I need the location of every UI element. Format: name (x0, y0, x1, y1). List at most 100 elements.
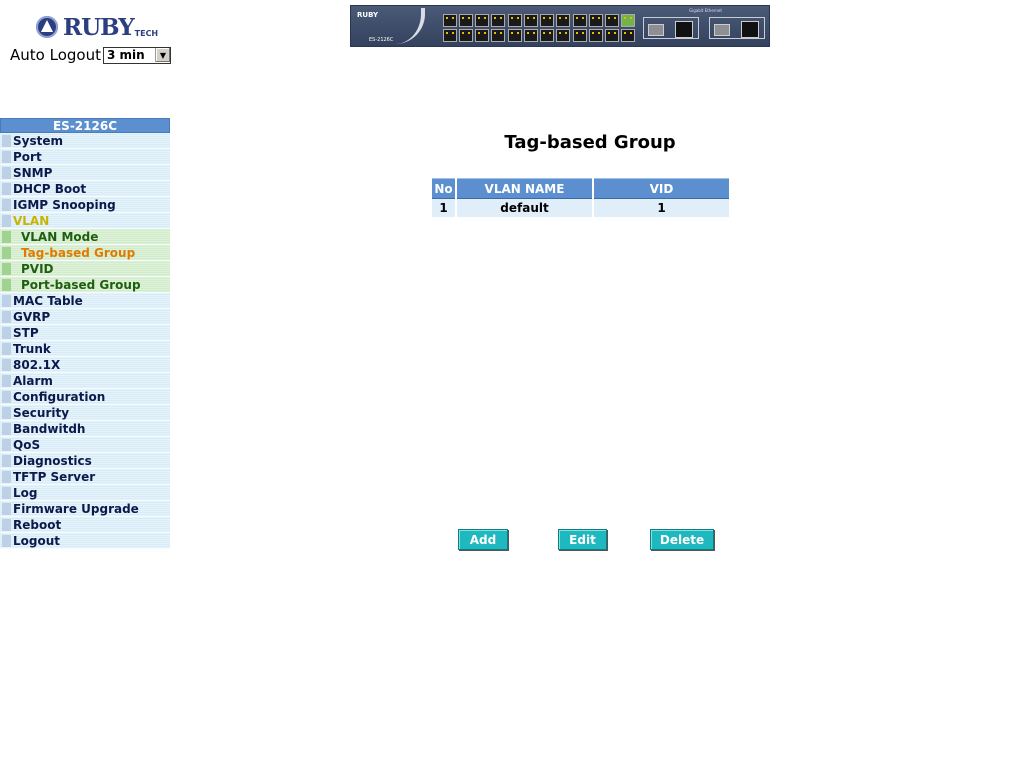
ruby-emblem-icon (36, 16, 58, 38)
sidebar-item-stp[interactable]: STP (0, 325, 170, 341)
menu-bullet-icon (2, 470, 11, 483)
ethernet-port-active-icon (621, 14, 635, 27)
logo-subtext: TECH (134, 29, 159, 38)
sidebar-item-dhcp-boot[interactable]: DHCP Boot (0, 181, 170, 197)
ethernet-port-icon (491, 29, 505, 42)
sidebar-item-label: TFTP Server (13, 469, 96, 484)
sidebar-item-log[interactable]: Log (0, 485, 170, 501)
ethernet-port-icon (605, 29, 619, 42)
sidebar-item-port[interactable]: Port (0, 149, 170, 165)
sidebar-item-diagnostics[interactable]: Diagnostics (0, 453, 170, 469)
sidebar-item-label: VLAN Mode (21, 229, 99, 244)
ethernet-port-icon (443, 29, 457, 42)
table-row[interactable]: 1 default 1 (432, 199, 729, 217)
sidebar-item-label: STP (13, 325, 39, 340)
gigabit-combo-port-icon (709, 17, 765, 39)
add-button[interactable]: Add (458, 529, 508, 550)
port-group-3 (573, 14, 635, 42)
cell-vid: 1 (594, 199, 729, 217)
column-header-vlan-name[interactable]: VLAN NAME (457, 178, 592, 199)
menu-bullet-icon (2, 134, 11, 147)
sidebar-item-label: Firmware Upgrade (13, 501, 139, 516)
switch-front-panel-image: RUBY ES-2126C Gigabit Ethernet (350, 5, 770, 47)
cell-no: 1 (432, 199, 455, 217)
sidebar-item-label: 802.1X (13, 357, 61, 372)
logo-text: RUBY (63, 13, 135, 41)
port-group-1 (443, 14, 505, 42)
sidebar-item-label: Port-based Group (21, 277, 141, 292)
sidebar-item-igmp-snooping[interactable]: IGMP Snooping (0, 197, 170, 213)
sidebar-item-tag-based-group[interactable]: Tag-based Group (0, 245, 170, 261)
sidebar-title: ES-2126C (0, 118, 170, 133)
menu-bullet-icon (2, 518, 11, 531)
sidebar-item-label: Log (13, 485, 38, 500)
sidebar-item-label: Logout (13, 533, 61, 548)
ethernet-port-icon (508, 14, 522, 27)
sidebar-item-gvrp[interactable]: GVRP (0, 309, 170, 325)
sidebar-item-label: Security (13, 405, 70, 420)
sidebar-item-vlan[interactable]: VLAN (0, 213, 170, 229)
ethernet-port-icon (459, 29, 473, 42)
menu-bullet-icon (2, 358, 11, 371)
sidebar-item-snmp[interactable]: SNMP (0, 165, 170, 181)
ethernet-port-icon (589, 14, 603, 27)
column-header-no[interactable]: No (432, 178, 455, 199)
ethernet-port-icon (540, 29, 554, 42)
cell-vlan-name: default (457, 199, 592, 217)
ethernet-port-icon (524, 29, 538, 42)
ethernet-port-icon (573, 14, 587, 27)
ethernet-port-icon (621, 29, 635, 42)
auto-logout: Auto Logout 3 min ▼ (10, 46, 171, 64)
sidebar-item-reboot[interactable]: Reboot (0, 517, 170, 533)
sidebar-item-label: SNMP (13, 165, 53, 180)
menu-bullet-icon (2, 342, 11, 355)
ethernet-port-icon (508, 29, 522, 42)
sidebar-item-pvid[interactable]: PVID (0, 261, 170, 277)
menu-bullet-icon (2, 230, 11, 243)
sidebar-item-firmware-upgrade[interactable]: Firmware Upgrade (0, 501, 170, 517)
ethernet-port-icon (589, 29, 603, 42)
menu-bullet-icon (2, 294, 11, 307)
sidebar-item-802-1x[interactable]: 802.1X (0, 357, 170, 373)
edit-button[interactable]: Edit (558, 529, 607, 550)
sidebar-item-vlan-mode[interactable]: VLAN Mode (0, 229, 170, 245)
sidebar-item-trunk[interactable]: Trunk (0, 341, 170, 357)
ethernet-port-icon (605, 14, 619, 27)
menu-bullet-icon (2, 454, 11, 467)
menu-bullet-icon (2, 534, 11, 547)
menu-bullet-icon (2, 166, 11, 179)
sidebar-item-tftp-server[interactable]: TFTP Server (0, 469, 170, 485)
sidebar-item-label: GVRP (13, 309, 51, 324)
sidebar-menu: ES-2126C System Port SNMP DHCP Boot IGMP Sno… (0, 118, 170, 549)
menu-bullet-icon (2, 406, 11, 419)
sidebar-item-logout[interactable]: Logout (0, 533, 170, 549)
auto-logout-select[interactable]: 3 min ▼ (102, 46, 171, 64)
sidebar-item-label: QoS (13, 437, 41, 452)
vlan-table: No VLAN NAME VID 1 default 1 (430, 178, 731, 217)
menu-bullet-icon (2, 438, 11, 451)
column-header-vid[interactable]: VID (594, 178, 729, 199)
menu-bullet-icon (2, 246, 11, 259)
sidebar-item-security[interactable]: Security (0, 405, 170, 421)
sidebar-item-qos[interactable]: QoS (0, 437, 170, 453)
auto-logout-label: Auto Logout (10, 46, 101, 64)
sidebar-item-configuration[interactable]: Configuration (0, 389, 170, 405)
sidebar-item-port-based-group[interactable]: Port-based Group (0, 277, 170, 293)
sidebar-item-label: System (13, 133, 63, 148)
ethernet-port-icon (491, 14, 505, 27)
menu-bullet-icon (2, 502, 11, 515)
page-title: Tag-based Group (504, 132, 676, 153)
menu-bullet-icon (2, 182, 11, 195)
sidebar-item-alarm[interactable]: Alarm (0, 373, 170, 389)
ethernet-port-icon (556, 14, 570, 27)
sidebar-item-system[interactable]: System (0, 133, 170, 149)
menu-bullet-icon (2, 486, 11, 499)
ethernet-port-icon (556, 29, 570, 42)
menu-bullet-icon (2, 326, 11, 339)
dropdown-arrow-icon[interactable]: ▼ (154, 48, 170, 62)
sidebar-item-label: VLAN (13, 213, 50, 228)
sidebar-item-mac-table[interactable]: MAC Table (0, 293, 170, 309)
sidebar-item-label: DHCP Boot (13, 181, 87, 196)
delete-button[interactable]: Delete (650, 529, 714, 550)
sidebar-item-bandwitdh[interactable]: Bandwitdh (0, 421, 170, 437)
